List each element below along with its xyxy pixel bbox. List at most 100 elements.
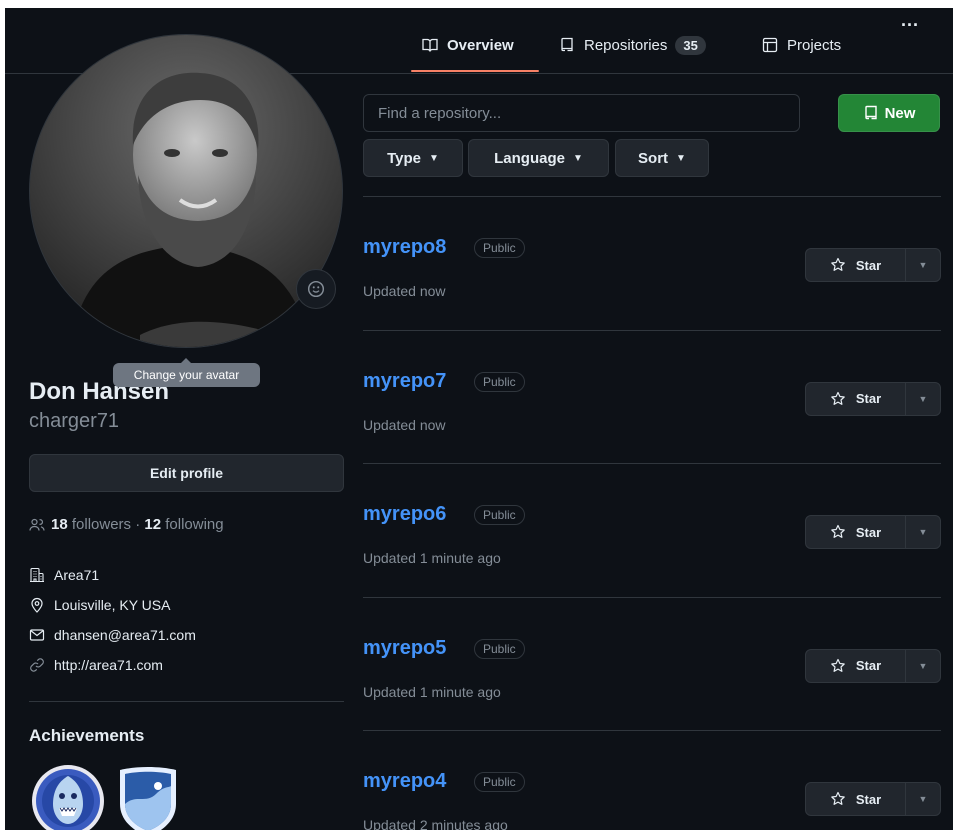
profile-page: Overview Repositories 35 Projects ... Ch… [5,8,953,830]
star-button[interactable]: Star [806,649,906,682]
caret-down-icon: ▼ [918,660,928,671]
link-icon [30,658,44,672]
repo-name-link[interactable]: myrepo6 [363,503,446,526]
repository-list: myrepo8 Public Updated now Star ▼ myrepo… [363,196,941,830]
star-label: Star [855,791,882,807]
location-icon [31,597,43,613]
email-link[interactable]: dhansen@area71.com [54,627,196,643]
book-icon [422,38,438,53]
sort-label: Sort [638,149,669,167]
people-icon [29,518,45,531]
star-lists-dropdown[interactable]: ▼ [906,783,940,815]
repositories-count-badge: 35 [675,35,706,55]
language-filter-dropdown[interactable]: Language ▼ [468,139,609,177]
visibility-badge: Public [474,238,525,258]
repo-icon [864,105,877,120]
star-button[interactable]: Star [806,516,906,548]
followers-link[interactable]: followers [72,516,131,533]
detail-website[interactable]: http://area71.com [29,654,196,676]
detail-organization: Area71 [29,564,196,586]
visibility-badge: Public [474,505,525,525]
location-text: Louisville, KY USA [54,597,171,613]
caret-down-icon: ▼ [918,527,928,537]
repo-name-link[interactable]: myrepo8 [363,236,446,259]
visibility-badge: Public [474,638,525,659]
tab-repositories-label: Repositories [584,36,668,54]
star-icon [831,391,845,405]
star-lists-dropdown[interactable]: ▼ [906,650,940,682]
tab-projects-label: Projects [787,36,842,54]
repo-name-link[interactable]: myrepo4 [363,770,446,793]
avatar[interactable] [29,34,343,348]
star-label: Star [855,524,882,540]
profile-details: Area71 Louisville, KY USA dhansen@area71… [29,564,196,684]
caret-down-icon: ▼ [429,152,439,164]
organization-text: Area71 [54,567,100,583]
caret-down-icon: ▼ [918,393,928,404]
following-link[interactable]: following [165,516,223,533]
caret-down-icon: ▼ [676,152,686,164]
type-filter-label: Type [387,149,421,167]
followers-count[interactable]: 18 [51,516,68,533]
star-lists-dropdown[interactable]: ▼ [906,383,940,415]
caret-down-icon: ▼ [918,260,928,270]
new-repository-button[interactable]: New [838,94,940,132]
achievement-badge-shark[interactable] [31,764,105,830]
star-lists-dropdown[interactable]: ▼ [906,249,940,281]
repo-row: myrepo8 Public Updated now Star ▼ [363,196,941,330]
new-button-label: New [884,104,916,122]
star-button[interactable]: Star [806,382,906,415]
tab-overview-label: Overview [447,36,514,54]
star-button[interactable]: Star [806,249,906,281]
star-button-group: Star ▼ [805,782,941,816]
star-icon [831,524,845,538]
website-link[interactable]: http://area71.com [54,657,163,673]
star-icon [831,791,845,805]
more-options-button[interactable]: ... [901,10,919,31]
set-status-button[interactable] [296,269,336,309]
repo-row: myrepo7 Public Updated now Star ▼ [363,329,941,464]
shield-badge-icon [120,767,176,830]
organization-icon [30,567,44,583]
avatar-tooltip: Change your avatar [113,358,260,387]
updated-time: Updated 1 minute ago [363,683,501,700]
find-repository-input[interactable] [363,94,800,132]
star-button-group: Star ▼ [805,381,941,416]
edit-profile-button[interactable]: Edit profile [29,454,344,492]
updated-time: Updated now [363,283,446,299]
repo-icon [561,37,573,52]
separator-dot: · [135,516,141,533]
language-filter-label: Language [494,149,565,167]
smiley-icon [307,280,325,298]
following-count[interactable]: 12 [144,516,161,533]
caret-down-icon: ▼ [918,794,928,804]
repo-name-link[interactable]: myrepo5 [363,637,446,660]
star-button-group: Star ▼ [805,248,941,282]
repo-name-link[interactable]: myrepo7 [363,370,446,393]
star-label: Star [855,658,882,673]
type-filter-dropdown[interactable]: Type ▼ [363,139,463,177]
achievement-badge-shield[interactable] [116,764,180,830]
profile-login: charger71 [29,410,120,432]
repo-row: myrepo6 Public Updated 1 minute ago Star… [363,463,941,597]
star-button[interactable]: Star [806,783,906,815]
table-icon [762,37,778,53]
detail-email[interactable]: dhansen@area71.com [29,624,196,646]
star-button-group: Star ▼ [805,648,941,683]
tab-projects[interactable]: Projects [762,34,841,56]
repo-row: myrepo5 Public Updated 1 minute ago Star… [363,596,941,731]
detail-location: Louisville, KY USA [29,594,196,616]
updated-time: Updated 2 minutes ago [363,817,508,830]
tab-repositories[interactable]: Repositories 35 [559,34,706,56]
star-lists-dropdown[interactable]: ▼ [906,516,940,548]
tab-overview[interactable]: Overview [422,34,514,56]
achievements-heading: Achievements [29,726,145,745]
updated-time: Updated 1 minute ago [363,550,501,566]
active-tab-indicator [411,70,539,72]
sort-dropdown[interactable]: Sort ▼ [615,139,709,177]
sidebar-divider [29,701,344,702]
star-icon [831,257,845,271]
visibility-badge: Public [474,371,525,392]
star-label: Star [855,257,882,273]
updated-time: Updated now [363,416,446,433]
